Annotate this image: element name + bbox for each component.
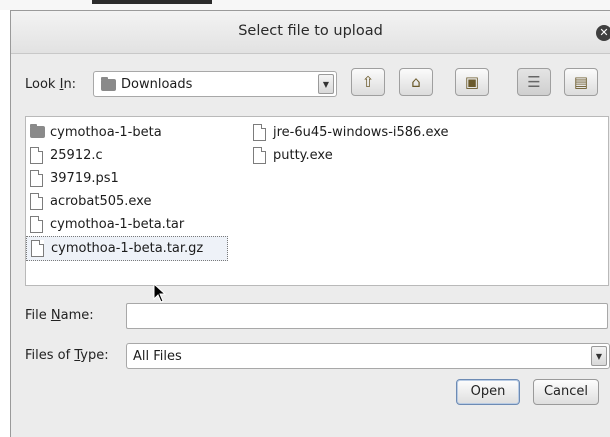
file-name-label-prefix: File: [25, 308, 51, 323]
file-name-text: cymothoa-1-beta.tar.gz: [51, 241, 204, 256]
file-icon: [30, 147, 43, 164]
open-button[interactable]: Open: [456, 379, 520, 405]
file-type-label-suffix: ype:: [80, 348, 109, 363]
file-name-text: jre-6u45-windows-i586.exe: [273, 125, 449, 140]
list-view-button[interactable]: ☰: [517, 68, 551, 96]
home-icon: ⌂: [411, 73, 421, 91]
file-type-combobox[interactable]: All Files ▼: [126, 343, 610, 369]
list-item[interactable]: 39719.ps1: [26, 167, 236, 190]
file-icon: [30, 170, 43, 187]
list-item[interactable]: 25912.c: [26, 144, 236, 167]
file-icon: [30, 193, 43, 210]
list-item[interactable]: cymothoa-1-beta: [26, 121, 236, 144]
file-name-field[interactable]: [126, 303, 608, 329]
close-icon[interactable]: ✕: [596, 25, 610, 41]
file-name-text: cymothoa-1-beta: [50, 125, 162, 140]
file-type-value: All Files: [133, 349, 182, 364]
mouse-pointer-icon: [153, 283, 167, 303]
background-window-strip: [0, 0, 610, 10]
list-item[interactable]: jre-6u45-windows-i586.exe: [249, 121, 589, 144]
file-name-text: putty.exe: [273, 148, 333, 163]
list-item[interactable]: cymothoa-1-beta.tar: [26, 213, 236, 236]
background-window-title: [92, 0, 212, 4]
file-chooser-dialog: Select file to upload ✕ Look In: Downloa…: [10, 10, 610, 437]
file-list[interactable]: cymothoa-1-beta 25912.c 39719.ps1 acroba…: [25, 116, 609, 286]
file-type-label-prefix: Files of: [25, 348, 75, 363]
home-button[interactable]: ⌂: [399, 68, 433, 96]
list-item[interactable]: acrobat505.exe: [26, 190, 236, 213]
file-name-label-suffix: ame:: [60, 308, 94, 323]
list-item[interactable]: putty.exe: [249, 144, 589, 167]
file-name-text: 39719.ps1: [50, 171, 119, 186]
dialog-title: Select file to upload: [238, 23, 383, 39]
file-list-column-1: cymothoa-1-beta 25912.c 39719.ps1 acroba…: [26, 121, 236, 261]
new-folder-icon: ▣: [464, 73, 480, 91]
folder-icon: [101, 77, 116, 91]
file-name-text: 25912.c: [50, 148, 103, 163]
list-item-selected[interactable]: cymothoa-1-beta.tar.gz: [26, 236, 228, 261]
look-in-label-suffix: n:: [63, 77, 77, 92]
file-type-label: Files of Type:: [25, 348, 109, 363]
file-name-text: cymothoa-1-beta.tar: [50, 217, 185, 232]
look-in-value: Downloads: [121, 77, 193, 92]
folder-icon: [30, 124, 45, 138]
chevron-down-icon[interactable]: ▼: [591, 346, 607, 366]
list-view-icon: ☰: [527, 73, 541, 91]
file-icon: [30, 216, 43, 233]
cancel-button[interactable]: Cancel: [533, 379, 599, 405]
file-name-text: acrobat505.exe: [50, 194, 152, 209]
look-in-label: Look In:: [25, 77, 76, 92]
file-icon: [31, 240, 44, 257]
new-folder-button[interactable]: ▣: [455, 68, 489, 96]
file-list-column-2: jre-6u45-windows-i586.exe putty.exe: [249, 121, 589, 167]
file-icon: [253, 147, 266, 164]
file-name-label: File Name:: [25, 308, 94, 323]
details-view-icon: ▤: [573, 73, 589, 91]
chevron-down-icon[interactable]: ▼: [318, 74, 334, 94]
details-view-button[interactable]: ▤: [564, 68, 598, 96]
file-icon: [253, 124, 266, 141]
dialog-titlebar[interactable]: Select file to upload ✕: [11, 11, 610, 54]
look-in-label-prefix: Look: [25, 77, 60, 92]
file-name-label-mnemonic: N: [50, 308, 61, 323]
look-in-combobox[interactable]: Downloads ▼: [93, 71, 337, 97]
up-folder-icon: ⇧: [361, 73, 375, 91]
up-folder-button[interactable]: ⇧: [351, 68, 385, 96]
